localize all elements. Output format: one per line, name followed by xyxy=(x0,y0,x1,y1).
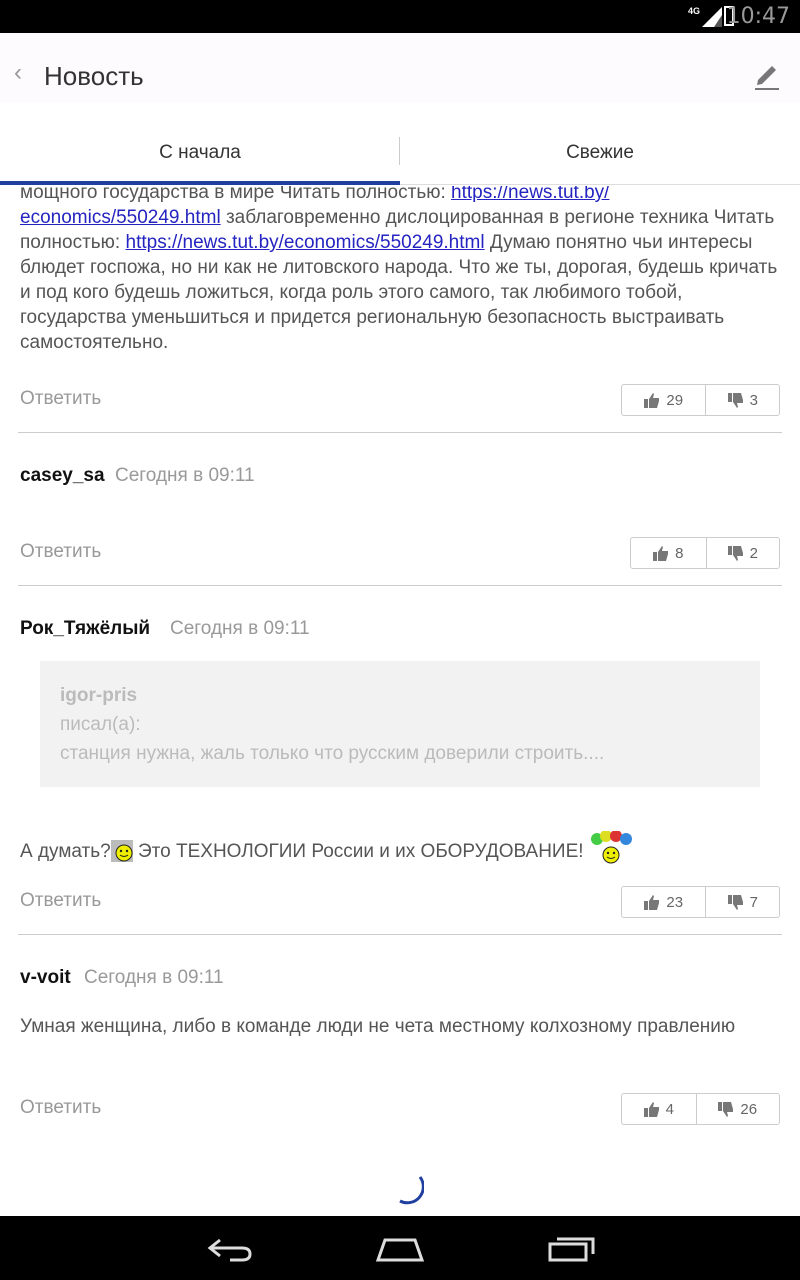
reply-button[interactable]: Ответить xyxy=(20,890,101,912)
like-button[interactable]: 23 xyxy=(622,887,705,917)
dislike-count: 2 xyxy=(749,544,758,562)
comment-time: Сегодня в 09:11 xyxy=(170,618,310,639)
like-count: 29 xyxy=(666,391,684,409)
dislike-count: 3 xyxy=(749,391,758,409)
dislike-button[interactable]: 26 xyxy=(695,1094,779,1124)
like-button[interactable]: 8 xyxy=(631,538,706,568)
comment-author[interactable]: v-voit xyxy=(20,967,71,989)
divider xyxy=(18,585,782,586)
tab-latest[interactable]: Свежие xyxy=(400,115,800,185)
thumbs-up-icon xyxy=(643,1101,659,1117)
thumbs-down-icon xyxy=(727,545,743,561)
thumbs-down-icon xyxy=(727,894,743,910)
tab-bar: С начала Свежие xyxy=(0,115,800,185)
comment-time: Сегодня в 09:11 xyxy=(84,967,224,988)
balloons-smiley-icon xyxy=(590,830,632,864)
reply-button[interactable]: Ответить xyxy=(20,1097,101,1119)
comment-text: Умная женщина, либо в команде люди не че… xyxy=(20,1016,736,1037)
back-icon[interactable]: ‹ xyxy=(14,61,22,85)
comment-text-part: мощного государства в мире Читать полнос… xyxy=(20,186,452,203)
like-button[interactable]: 4 xyxy=(622,1094,696,1124)
home-icon[interactable] xyxy=(375,1234,425,1264)
comment-text: мощного государства в мире Читать полнос… xyxy=(20,186,780,355)
comment-text-part: А думать? xyxy=(20,841,111,862)
quote-wrote: писал(а): xyxy=(60,714,141,735)
clock: 10:47 xyxy=(726,4,790,29)
tab-from-start[interactable]: С начала xyxy=(0,115,400,185)
article-link[interactable]: economics/550249.html xyxy=(20,207,221,228)
dislike-button[interactable]: 3 xyxy=(705,385,779,415)
reply-button[interactable]: Ответить xyxy=(20,541,101,563)
like-count: 23 xyxy=(666,893,684,911)
quote-author: igor-pris xyxy=(60,685,138,706)
vote-group: 8 2 xyxy=(630,537,780,569)
comment-text: А думать? Это ТЕХНОЛОГИИ России и их ОБО… xyxy=(20,830,780,867)
vote-group: 29 3 xyxy=(621,384,780,416)
comment-time: Сегодня в 09:11 xyxy=(115,465,255,486)
thumbs-down-icon xyxy=(718,1101,734,1117)
article-link[interactable]: https://news.tut.by/economics/550249.htm… xyxy=(126,232,485,253)
vote-group: 23 7 xyxy=(621,886,780,918)
dislike-count: 7 xyxy=(749,893,758,911)
thumbs-up-icon xyxy=(653,545,669,561)
comments-list[interactable]: мощного государства в мире Читать полнос… xyxy=(0,186,800,1216)
status-bar: 4G 10:47 xyxy=(0,0,800,33)
recent-apps-icon[interactable] xyxy=(547,1234,597,1264)
reply-button[interactable]: Ответить xyxy=(20,388,101,410)
page-title: Новость xyxy=(44,61,144,91)
article-link[interactable]: https://news.tut.by/ xyxy=(451,186,609,203)
network-type: 4G xyxy=(687,6,700,16)
loading-spinner-icon xyxy=(399,1176,424,1205)
smiley-icon xyxy=(110,840,133,862)
like-count: 8 xyxy=(675,544,684,562)
thumbs-down-icon xyxy=(727,392,743,408)
back-nav-icon[interactable] xyxy=(206,1234,254,1264)
thumbs-up-icon xyxy=(644,392,660,408)
comment-author[interactable]: casey_sa xyxy=(20,465,105,487)
signal-icon xyxy=(702,7,722,27)
dislike-button[interactable]: 7 xyxy=(705,887,779,917)
comment-text-part: Это ТЕХНОЛОГИИ России и их ОБОРУДОВАНИЕ! xyxy=(132,841,584,862)
like-button[interactable]: 29 xyxy=(622,385,705,415)
dislike-button[interactable]: 2 xyxy=(705,538,780,568)
quote-block: igor-pris писал(а): станция нужна, жаль … xyxy=(40,661,760,787)
app-bar: ‹ Новость xyxy=(0,33,800,103)
quote-text: станция нужна, жаль только что русским д… xyxy=(60,743,605,764)
navigation-bar xyxy=(0,1216,800,1280)
divider xyxy=(18,432,782,433)
dislike-count: 26 xyxy=(740,1100,758,1118)
thumbs-up-icon xyxy=(644,894,660,910)
divider xyxy=(18,934,782,935)
pencil-icon[interactable] xyxy=(754,60,780,90)
active-tab-indicator xyxy=(0,181,400,185)
like-count: 4 xyxy=(665,1100,674,1118)
comment-author[interactable]: Рок_Тяжёлый xyxy=(20,618,150,640)
vote-group: 4 26 xyxy=(621,1093,780,1125)
